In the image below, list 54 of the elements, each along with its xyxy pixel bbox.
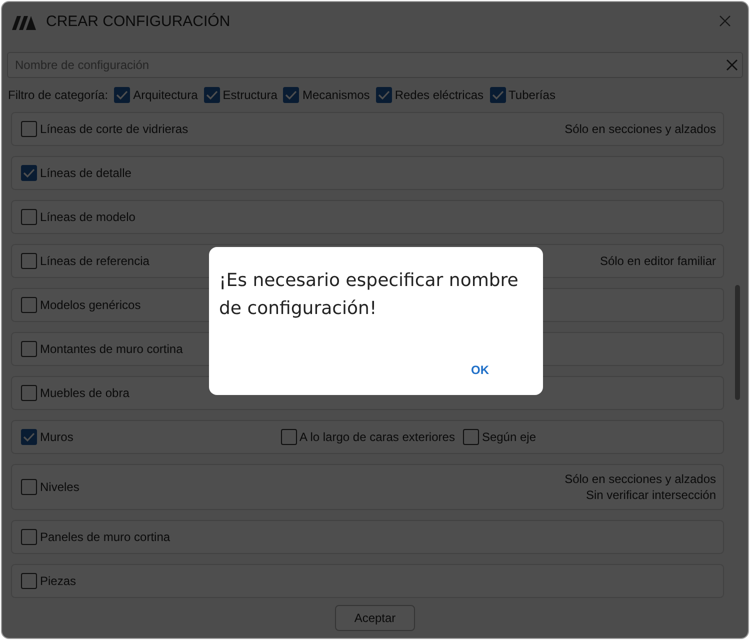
checkbox[interactable] <box>21 341 37 357</box>
checkbox-label: Según eje <box>482 430 536 444</box>
checkbox-label: Líneas de referencia <box>40 254 150 268</box>
checkbox-label: Mecanismos <box>302 88 370 102</box>
row-note: Sólo en secciones y alzados <box>564 122 716 136</box>
row-note: Sin verificar intersección <box>586 488 716 502</box>
checkbox-label: Piezas <box>40 574 76 588</box>
row-note: Sólo en editor familiar <box>600 254 716 268</box>
checkbox[interactable] <box>280 429 297 445</box>
checkbox[interactable] <box>21 479 37 495</box>
checkbox-label: Muros <box>40 430 74 444</box>
scrollbar-thumb[interactable] <box>735 285 740 400</box>
checkbox-label: Paneles de muro cortina <box>40 530 170 544</box>
checkmark-icon <box>116 90 128 100</box>
checkbox-label: Líneas de corte de vidrieras <box>40 122 188 136</box>
filter-label: Filtro de categoría: <box>8 88 108 102</box>
checkbox-label: Líneas de detalle <box>40 166 132 180</box>
checkbox[interactable] <box>21 429 37 445</box>
checkbox-label: Montantes de muro cortina <box>40 342 183 356</box>
checkbox[interactable] <box>21 253 37 269</box>
checkbox-label: A lo largo de caras exteriores <box>300 430 455 444</box>
checkbox-label: Arquitectura <box>133 88 198 102</box>
checkbox-label: Niveles <box>40 480 80 494</box>
checkbox[interactable] <box>376 87 392 103</box>
checkbox-label: Redes eléctricas <box>394 88 484 102</box>
checkbox-label: Estructura <box>222 88 278 102</box>
row-note: Sólo en secciones y alzados <box>564 472 716 486</box>
checkbox[interactable] <box>283 87 300 103</box>
checkbox[interactable] <box>21 121 37 137</box>
checkbox[interactable] <box>490 87 506 103</box>
close-icon <box>719 15 731 27</box>
checkbox[interactable] <box>21 297 37 313</box>
checkmark-icon <box>23 432 35 442</box>
checkmark-icon <box>206 90 218 100</box>
checkmark-icon <box>23 168 35 178</box>
clear-icon[interactable] <box>726 59 738 71</box>
alert-message: ¡Es necesario especificar nombre de configuración! <box>219 269 520 321</box>
checkbox-label: Muebles de obra <box>40 386 130 400</box>
checkbox[interactable] <box>462 429 479 445</box>
checkbox-label: Modelos genéricos <box>40 298 141 312</box>
checkbox-label: Líneas de modelo <box>40 210 136 224</box>
checkbox[interactable] <box>114 87 130 103</box>
checkbox[interactable] <box>21 529 37 545</box>
checkbox[interactable] <box>204 87 220 103</box>
checkmark-icon <box>378 90 390 100</box>
checkmark-icon <box>492 90 504 100</box>
checkbox[interactable] <box>21 165 37 181</box>
checkmark-icon <box>285 90 298 100</box>
checkbox[interactable] <box>21 385 37 401</box>
window-title: CREAR CONFIGURACIÓN <box>46 12 232 30</box>
checkbox[interactable] <box>21 573 37 589</box>
ok-button[interactable]: OK <box>457 357 533 383</box>
checkbox-label: Tuberías <box>508 88 556 102</box>
checkbox[interactable] <box>21 209 37 225</box>
